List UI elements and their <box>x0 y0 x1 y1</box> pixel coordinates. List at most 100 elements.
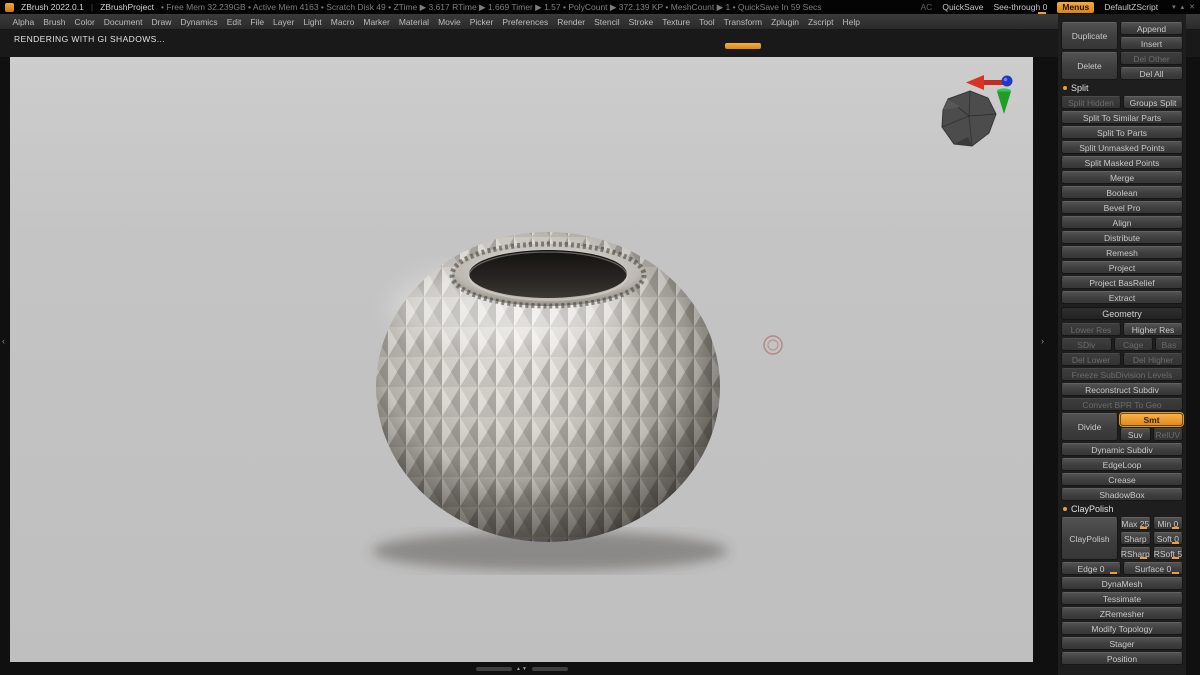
menu-item-edit[interactable]: Edit <box>222 14 246 30</box>
menu-item-alpha[interactable]: Alpha <box>8 14 39 30</box>
del-higher-button: Del Higher <box>1123 353 1183 366</box>
minimize-icon[interactable]: ▾ <box>1172 3 1176 11</box>
menus-toggle-button[interactable]: Menus <box>1057 1 1095 13</box>
menu-item-zplugin[interactable]: Zplugin <box>767 14 804 30</box>
remesh-button[interactable]: Remesh <box>1061 246 1183 259</box>
menu-item-color[interactable]: Color <box>70 14 99 30</box>
scroll-arrows-icon[interactable]: ▲▼ <box>516 666 528 672</box>
scrollbar-track-right[interactable] <box>531 667 568 671</box>
menu-item-picker[interactable]: Picker <box>465 14 498 30</box>
dynamesh-button[interactable]: DynaMesh <box>1061 577 1183 590</box>
zremesher-button[interactable]: ZRemesher <box>1061 607 1183 620</box>
claypolish-button[interactable]: ClayPolish <box>1061 517 1118 560</box>
tessimate-button[interactable]: Tessimate <box>1061 592 1183 605</box>
project-button[interactable]: Project <box>1061 261 1183 274</box>
menu-item-transform[interactable]: Transform <box>719 14 766 30</box>
groups-split-button[interactable]: Groups Split <box>1123 96 1183 109</box>
menu-item-brush[interactable]: Brush <box>39 14 70 30</box>
menu-item-help[interactable]: Help <box>838 14 864 30</box>
reluv-button: RelUV <box>1152 428 1183 441</box>
project-basrelief-button[interactable]: Project BasRelief <box>1061 276 1183 289</box>
append-button[interactable]: Append <box>1120 22 1183 35</box>
shadowbox-button[interactable]: ShadowBox <box>1061 488 1183 501</box>
gizmo-x-arrow-icon[interactable] <box>966 75 984 90</box>
menu-item-preferences[interactable]: Preferences <box>498 14 553 30</box>
menu-item-dynamics[interactable]: Dynamics <box>176 14 222 30</box>
convert-bpr-to-geo-button: Convert BPR To Geo <box>1061 398 1183 411</box>
zbrush-logo-icon <box>5 2 14 12</box>
active-menu-indicator <box>724 43 761 49</box>
del-all-button[interactable]: Del All <box>1120 67 1183 80</box>
dynamic-subdiv-button[interactable]: Dynamic Subdiv <box>1061 443 1183 456</box>
default-zscript-button[interactable]: DefaultZScript <box>1104 2 1158 12</box>
claypolish-soft-slider[interactable]: Soft 0 <box>1152 532 1184 545</box>
quicksave-button[interactable]: QuickSave <box>942 2 983 12</box>
stager-button[interactable]: Stager <box>1061 637 1183 650</box>
project-name: ZBrushProject <box>100 2 154 12</box>
titlebar-divider: | <box>90 2 94 12</box>
menu-item-marker[interactable]: Marker <box>359 14 394 30</box>
reconstruct-subdiv-button[interactable]: Reconstruct Subdiv <box>1061 383 1183 396</box>
menu-item-macro[interactable]: Macro <box>326 14 359 30</box>
position-button[interactable]: Position <box>1061 652 1183 665</box>
suv-slider[interactable]: Suv <box>1120 428 1151 441</box>
claypolish-section-header[interactable]: ClayPolish <box>1061 503 1183 515</box>
brush-cursor <box>763 335 783 355</box>
claypolish-rsoft-slider[interactable]: RSoft 5 <box>1152 547 1184 560</box>
extract-button[interactable]: Extract <box>1061 291 1183 304</box>
right-tray-arrow-icon[interactable]: › <box>1041 336 1044 346</box>
split-to-parts-button[interactable]: Split To Parts <box>1061 126 1183 139</box>
menu-item-layer[interactable]: Layer <box>269 14 299 30</box>
menu-item-zscript[interactable]: Zscript <box>803 14 838 30</box>
gizmo-z-highlight <box>1003 77 1008 82</box>
menu-item-document[interactable]: Document <box>99 14 147 30</box>
modify-topology-button[interactable]: Modify Topology <box>1061 622 1183 635</box>
split-section-header[interactable]: Split <box>1061 82 1183 94</box>
edgeloop-button[interactable]: EdgeLoop <box>1061 458 1183 471</box>
claypolish-rsharp-slider[interactable]: RSharp <box>1120 547 1151 560</box>
menu-item-file[interactable]: File <box>246 14 269 30</box>
gizmo-x-axis-icon[interactable] <box>982 80 1004 85</box>
restore-icon[interactable]: ▴ <box>1181 3 1185 11</box>
left-tray-arrow-icon[interactable]: ‹ <box>2 336 5 346</box>
geometry-section-header[interactable]: Geometry <box>1061 307 1183 320</box>
gizmo-z-sphere-icon[interactable] <box>1001 75 1013 87</box>
duplicate-button[interactable]: Duplicate <box>1061 22 1118 50</box>
menu-item-material[interactable]: Material <box>394 14 433 30</box>
divide-button[interactable]: Divide <box>1061 413 1118 441</box>
menu-item-light[interactable]: Light <box>299 14 326 30</box>
menu-item-stroke[interactable]: Stroke <box>624 14 658 30</box>
canvas-scrollbar[interactable]: ▲▼ <box>476 666 568 672</box>
delete-button[interactable]: Delete <box>1061 52 1118 80</box>
bevel-pro-button[interactable]: Bevel Pro <box>1061 201 1183 214</box>
claypolish-max-slider[interactable]: Max 25 <box>1120 517 1151 530</box>
align-button[interactable]: Align <box>1061 216 1183 229</box>
menu-item-movie[interactable]: Movie <box>434 14 466 30</box>
gizmo-y-cone-icon[interactable] <box>997 91 1011 115</box>
menu-item-draw[interactable]: Draw <box>147 14 176 30</box>
insert-button[interactable]: Insert <box>1120 37 1183 50</box>
merge-button[interactable]: Merge <box>1061 171 1183 184</box>
split-unmasked-points-button[interactable]: Split Unmasked Points <box>1061 141 1183 154</box>
surface-slider[interactable]: Surface 0 <box>1123 562 1183 575</box>
crease-button[interactable]: Crease <box>1061 473 1183 486</box>
claypolish-min-slider[interactable]: Min 0 <box>1152 517 1184 530</box>
split-similar-parts-button[interactable]: Split To Similar Parts <box>1061 111 1183 124</box>
menu-item-stencil[interactable]: Stencil <box>590 14 625 30</box>
document-canvas[interactable] <box>10 57 1033 662</box>
higher-res-button[interactable]: Higher Res <box>1123 323 1183 336</box>
menu-item-texture[interactable]: Texture <box>658 14 695 30</box>
menu-item-render[interactable]: Render <box>553 14 590 30</box>
viewport-canvas[interactable] <box>10 57 1033 662</box>
split-masked-points-button[interactable]: Split Masked Points <box>1061 156 1183 169</box>
edge-slider[interactable]: Edge 0 <box>1061 562 1121 575</box>
see-through-slider[interactable]: See-through 0 <box>993 2 1047 14</box>
section-bullet-icon <box>1063 507 1067 511</box>
menu-item-tool[interactable]: Tool <box>695 14 720 30</box>
distribute-button[interactable]: Distribute <box>1061 231 1183 244</box>
claypolish-sharp-button[interactable]: Sharp <box>1120 532 1151 545</box>
scrollbar-track-left[interactable] <box>476 667 512 671</box>
close-icon[interactable]: ✕ <box>1189 3 1195 11</box>
smt-toggle[interactable]: Smt <box>1120 413 1183 426</box>
boolean-button[interactable]: Boolean <box>1061 186 1183 199</box>
